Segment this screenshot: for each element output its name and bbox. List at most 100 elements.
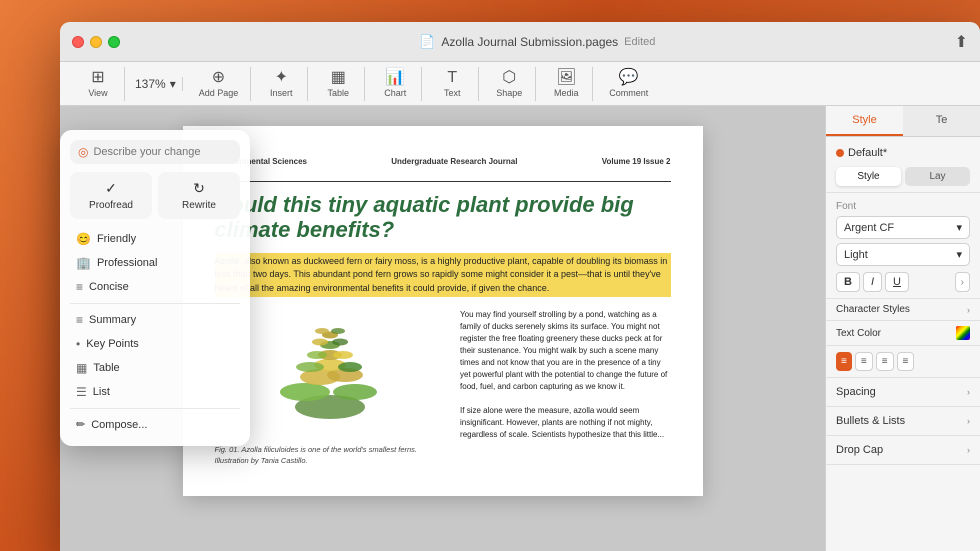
professional-option[interactable]: 🏢 Professional xyxy=(70,251,240,275)
titlebar: 📄 Azolla Journal Submission.pages Edited… xyxy=(60,22,980,62)
col-right: You may find yourself strolling by a pon… xyxy=(460,309,670,466)
align-left-button[interactable]: ≡ xyxy=(836,352,852,371)
doc-icon: 📄 xyxy=(419,34,435,50)
concise-icon: ≡ xyxy=(76,280,83,294)
fullscreen-button[interactable] xyxy=(108,36,120,48)
header-col-2: Undergraduate Research Journal xyxy=(391,156,517,167)
professional-icon: 🏢 xyxy=(76,256,91,270)
traffic-lights xyxy=(72,36,120,48)
spacing-section[interactable]: Spacing › xyxy=(826,378,980,407)
tab-style[interactable]: Style xyxy=(826,106,903,136)
chart-group: 📊 Chart xyxy=(369,67,422,101)
chevron-right-icon: › xyxy=(967,305,970,315)
compose-option[interactable]: ✏ Compose... xyxy=(70,413,240,436)
key-points-icon: • xyxy=(76,337,80,351)
tab-text[interactable]: Te xyxy=(903,106,980,136)
style-lay-tabs: Style Lay xyxy=(836,167,970,186)
divider xyxy=(70,303,240,304)
font-section: Font Argent CF ▾ Light ▾ B I U › xyxy=(826,193,980,299)
insert-button[interactable]: ✦ Insert xyxy=(261,67,301,101)
summary-option[interactable]: ≡ Summary xyxy=(70,308,240,332)
compose-icon: ✏ xyxy=(76,418,85,431)
font-name-selector[interactable]: Argent CF ▾ xyxy=(836,216,970,239)
share-button[interactable]: ⬆ xyxy=(955,32,968,52)
add-page-group: ⊕ Add Page xyxy=(187,67,252,101)
text-color-row[interactable]: Text Color xyxy=(826,321,980,346)
fig-caption: Fig. 01. Azolla filiculoides is one of t… xyxy=(215,445,447,466)
shape-button[interactable]: ⬡ Shape xyxy=(489,67,529,101)
header-rule xyxy=(215,181,671,182)
minimize-button[interactable] xyxy=(90,36,102,48)
view-button[interactable]: ⊞ View xyxy=(78,67,118,101)
proofread-button[interactable]: ✓ Proofread xyxy=(70,172,152,219)
view-group: ⊞ View xyxy=(72,67,125,101)
text-group: T Text xyxy=(426,67,479,101)
plant-illustration xyxy=(275,317,385,437)
two-col-layout: Fig. 01. Azolla filiculoides is one of t… xyxy=(215,309,671,466)
document-page: Environmental Sciences Undergraduate Res… xyxy=(183,126,703,496)
concise-option[interactable]: ≡ Concise xyxy=(70,275,240,299)
friendly-option[interactable]: 😊 Friendly xyxy=(70,227,240,251)
ai-search-input[interactable] xyxy=(93,146,232,158)
comment-group: 💬 Comment xyxy=(597,67,660,101)
align-center-button[interactable]: ≡ xyxy=(855,352,873,371)
key-points-option[interactable]: • Key Points xyxy=(70,332,240,356)
align-right-button[interactable]: ≡ xyxy=(876,352,894,371)
alignment-row: ≡ ≡ ≡ ≡ xyxy=(826,346,980,378)
header-col-3: Volume 19 Issue 2 xyxy=(602,156,671,167)
proofread-icon: ✓ xyxy=(105,180,117,197)
underline-button[interactable]: U xyxy=(885,272,909,292)
body-text: You may find yourself strolling by a pon… xyxy=(460,309,670,441)
toolbar: ⊞ View 137% ▾ ⊕ Add Page ✦ Insert ▦ Tabl… xyxy=(60,62,980,106)
list-option[interactable]: ☰ List xyxy=(70,380,240,404)
comment-button[interactable]: 💬 Comment xyxy=(603,67,654,101)
table-icon: ▦ xyxy=(76,361,87,375)
font-weight-selector[interactable]: Light ▾ xyxy=(836,243,970,266)
text-button[interactable]: T Text xyxy=(432,67,472,101)
character-styles[interactable]: Character Styles › xyxy=(826,299,980,321)
chart-button[interactable]: 📊 Chart xyxy=(375,67,415,101)
font-label: Font xyxy=(836,201,970,212)
search-icon: ◎ xyxy=(78,145,88,159)
titlebar-right: ⬆ xyxy=(955,32,968,52)
media-button[interactable]: 🖼 Media xyxy=(546,67,586,101)
table-button[interactable]: ▦ Table xyxy=(318,67,358,101)
chevron-right-icon: › xyxy=(967,387,970,397)
list-icon: ☰ xyxy=(76,385,87,399)
right-panel: Style Te Default* Style Lay Font Argent … xyxy=(825,106,980,551)
chevron-down-icon: ▾ xyxy=(956,221,962,234)
style-dot xyxy=(836,149,844,157)
bullets-section[interactable]: Bullets & Lists › xyxy=(826,407,980,436)
table-option[interactable]: ▦ Table xyxy=(70,356,240,380)
add-page-button[interactable]: ⊕ Add Page xyxy=(193,67,245,101)
sub-tab-style[interactable]: Style xyxy=(836,167,901,186)
media-group: 🖼 Media xyxy=(540,67,593,101)
highlight-intro: Azolla, also known as duckweed fern or f… xyxy=(215,253,671,298)
ai-search-bar: ◎ xyxy=(70,140,240,164)
format-more-button[interactable]: › xyxy=(955,272,970,292)
friendly-icon: 😊 xyxy=(76,232,91,246)
ai-panel: ◎ ✓ Proofread ↻ Rewrite 😊 Friendly 🏢 Pro… xyxy=(60,130,250,446)
italic-button[interactable]: I xyxy=(863,272,882,292)
format-row: B I U › xyxy=(836,272,970,292)
table-group: ▦ Table xyxy=(312,67,365,101)
divider-2 xyxy=(70,408,240,409)
chevron-right-icon: › xyxy=(967,416,970,426)
sub-tab-layout[interactable]: Lay xyxy=(905,167,970,186)
ai-actions: ✓ Proofread ↻ Rewrite xyxy=(70,172,240,219)
article-title: Could this tiny aquatic plant provide bi… xyxy=(215,192,671,243)
style-default: Default* xyxy=(836,147,970,159)
align-justify-button[interactable]: ≡ xyxy=(897,352,915,371)
drop-cap-section[interactable]: Drop Cap › xyxy=(826,436,980,465)
panel-tabs: Style Te xyxy=(826,106,980,137)
chevron-down-icon: ▾ xyxy=(956,248,962,261)
bold-button[interactable]: B xyxy=(836,272,860,292)
rewrite-icon: ↻ xyxy=(193,180,205,197)
zoom-group: 137% ▾ xyxy=(129,77,183,91)
zoom-chevron[interactable]: ▾ xyxy=(170,77,176,91)
rewrite-button[interactable]: ↻ Rewrite xyxy=(158,172,240,219)
zoom-value: 137% xyxy=(135,77,166,91)
shape-group: ⬡ Shape xyxy=(483,67,536,101)
close-button[interactable] xyxy=(72,36,84,48)
insert-group: ✦ Insert xyxy=(255,67,308,101)
